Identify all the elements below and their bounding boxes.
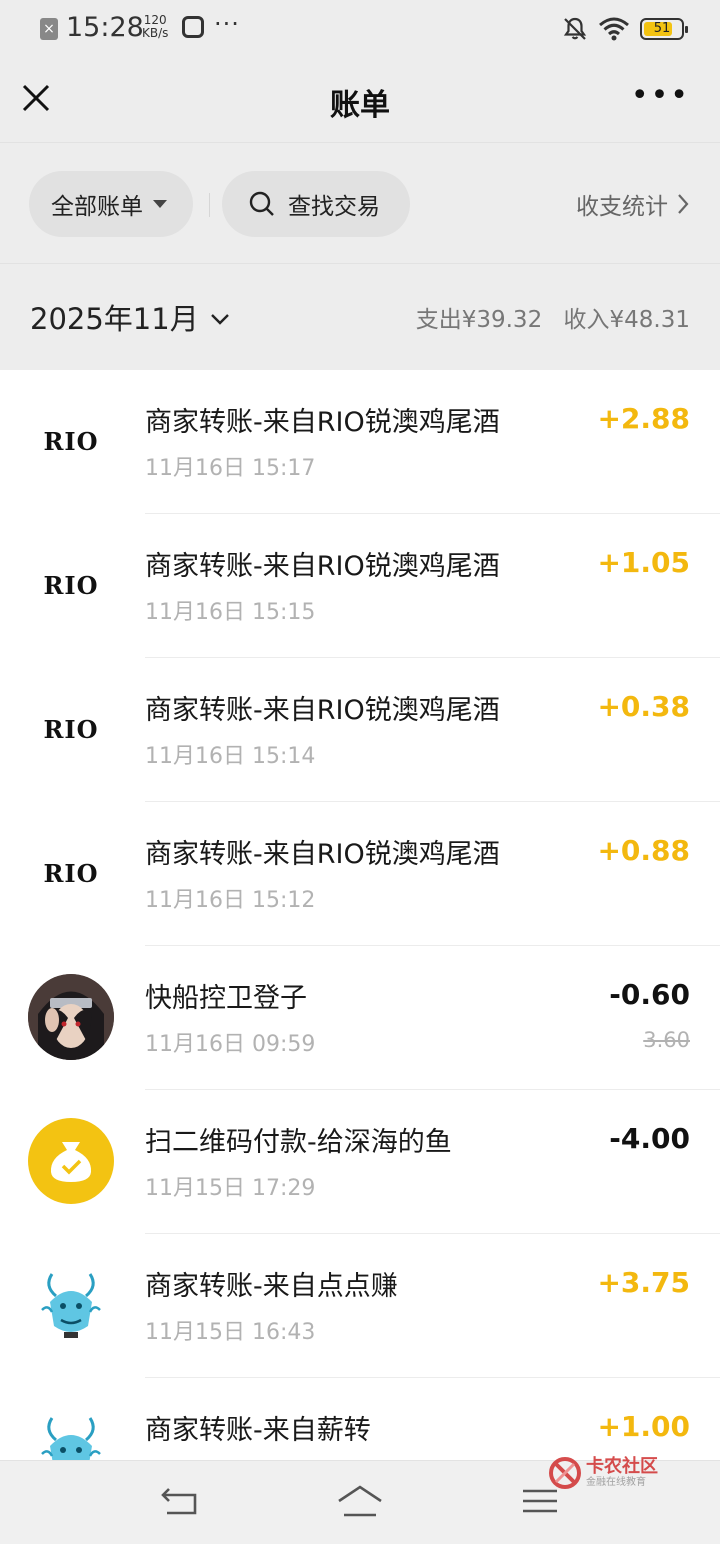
search-icon — [249, 191, 274, 216]
all-bills-label: 全部账单 — [51, 194, 143, 220]
rio-logo: RIO — [28, 542, 114, 628]
anime-portrait-avatar — [28, 974, 114, 1060]
transaction-time: 11月15日 17:29 — [145, 1176, 316, 1201]
transaction-amount: +3.75 — [597, 1266, 690, 1299]
month-expense: 支出¥39.32 — [415, 307, 543, 333]
transaction-time: 11月15日 16:43 — [145, 1320, 316, 1345]
battery-tip — [685, 26, 688, 33]
status-right: 51 — [562, 14, 688, 44]
search-label: 查找交易 — [288, 194, 380, 220]
month-selector[interactable]: 2025年11月 — [30, 296, 231, 338]
transaction-amount: +0.88 — [597, 834, 690, 867]
wifi-icon — [599, 17, 629, 41]
money-bag-icon — [50, 1142, 92, 1182]
transaction-title: 扫二维码付款-给深海的鱼 — [145, 1127, 452, 1158]
transaction-list: RIO 商家转账-来自RIO锐澳鸡尾酒 11月16日 15:17 +2.88 R… — [0, 370, 720, 1460]
status-time: 15:28 — [66, 12, 144, 43]
home-icon — [338, 1485, 382, 1517]
transaction-amount: +1.00 — [597, 1410, 690, 1443]
transaction-title: 商家转账-来自RIO锐澳鸡尾酒 — [145, 695, 500, 726]
transaction-title: 商家转账-来自RIO锐澳鸡尾酒 — [145, 551, 500, 582]
transaction-title: 商家转账-来自RIO锐澳鸡尾酒 — [145, 407, 500, 438]
bell-off-icon — [563, 17, 587, 40]
home-button[interactable] — [335, 1479, 385, 1523]
caret-down-icon — [153, 200, 167, 208]
transaction-time: 11月16日 15:15 — [145, 600, 316, 625]
dragon-avatar — [28, 1406, 114, 1460]
dragon-avatar — [28, 1262, 114, 1348]
app-notification-icon — [182, 16, 204, 38]
transaction-time: 11月16日 15:12 — [145, 888, 316, 913]
transaction-amount: +0.38 — [597, 690, 690, 723]
transaction-title: 商家转账-来自点点赚 — [145, 1271, 398, 1302]
transaction-title: 商家转账-来自薪转 — [145, 1415, 371, 1446]
dragon-logo — [41, 1417, 101, 1460]
chevron-right-icon — [678, 194, 689, 214]
chevron-down-icon — [210, 314, 229, 325]
transaction-row[interactable]: RIO 商家转账-来自RIO锐澳鸡尾酒 11月16日 15:17 +2.88 — [0, 370, 720, 514]
transaction-row[interactable]: 扫二维码付款-给深海的鱼 11月15日 17:29 -4.00 — [0, 1090, 720, 1234]
watermark-main-text: 卡农社区 — [586, 1456, 658, 1477]
transaction-row[interactable]: RIO 商家转账-来自RIO锐澳鸡尾酒 11月16日 15:12 +0.88 — [0, 802, 720, 946]
watermark-logo-icon — [549, 1457, 581, 1489]
month-header: 2025年11月 支出¥39.32 收入¥48.31 — [0, 264, 720, 370]
transaction-title: 商家转账-来自RIO锐澳鸡尾酒 — [145, 839, 500, 870]
notification-icon: × — [40, 18, 58, 40]
back-button[interactable] — [155, 1479, 205, 1523]
filter-row: 全部账单 查找交易 收支统计 — [0, 142, 720, 264]
all-bills-dropdown[interactable]: 全部账单 — [29, 171, 193, 237]
nav-bar: 账单 ••• — [0, 58, 720, 142]
filter-divider — [209, 193, 210, 217]
month-income: 收入¥48.31 — [563, 307, 690, 333]
rio-logo: RIO — [28, 398, 114, 484]
transaction-time: 11月16日 15:17 — [145, 456, 316, 481]
rio-logo: RIO — [28, 830, 114, 916]
transaction-row[interactable]: RIO 商家转账-来自RIO锐澳鸡尾酒 11月16日 15:15 +1.05 — [0, 514, 720, 658]
transaction-amount: +2.88 — [597, 402, 690, 435]
status-more-indicator: ··· — [214, 10, 240, 38]
portrait-image — [28, 974, 114, 1060]
battery-level: 51 — [653, 21, 671, 36]
transaction-time: 11月16日 15:14 — [145, 744, 316, 769]
transaction-row[interactable]: RIO 商家转账-来自RIO锐澳鸡尾酒 11月16日 15:14 +0.38 — [0, 658, 720, 802]
transaction-original-amount: 3.60 — [643, 1028, 690, 1052]
transaction-row[interactable]: 快船控卫登子 11月16日 09:59 -0.60 3.60 — [0, 946, 720, 1090]
rio-logo: RIO — [28, 686, 114, 772]
back-icon — [161, 1488, 197, 1515]
net-speed: 120 KB/s — [142, 14, 168, 40]
money-bag-avatar — [28, 1118, 114, 1204]
transaction-amount: -4.00 — [609, 1122, 690, 1155]
month-summary: 支出¥39.32 收入¥48.31 — [402, 300, 690, 334]
status-bar: × 15:28 120 KB/s ··· 51 — [0, 0, 720, 58]
watermark-sub-text: 金融在线教育 — [586, 1477, 646, 1488]
transaction-row[interactable]: 商家转账-来自薪转 +1.00 — [0, 1378, 720, 1460]
transaction-title: 快船控卫登子 — [145, 983, 307, 1014]
transaction-amount: +1.05 — [597, 546, 690, 579]
transaction-amount: -0.60 — [609, 978, 690, 1011]
watermark: 卡农社区 金融在线教育 — [548, 1456, 658, 1490]
dragon-logo — [41, 1273, 101, 1338]
more-button[interactable]: ••• — [631, 78, 690, 113]
battery-icon: 51 — [640, 18, 688, 40]
transaction-row[interactable]: 商家转账-来自点点赚 11月15日 16:43 +3.75 — [0, 1234, 720, 1378]
month-label: 2025年11月 — [30, 302, 199, 336]
transaction-time: 11月16日 09:59 — [145, 1032, 316, 1057]
stats-label: 收支统计 — [576, 194, 668, 220]
search-transactions-button[interactable]: 查找交易 — [222, 171, 410, 237]
page-title: 账单 — [330, 88, 390, 123]
net-speed-unit: KB/s — [142, 26, 169, 40]
income-expense-stats-link[interactable]: 收支统计 — [576, 187, 690, 221]
